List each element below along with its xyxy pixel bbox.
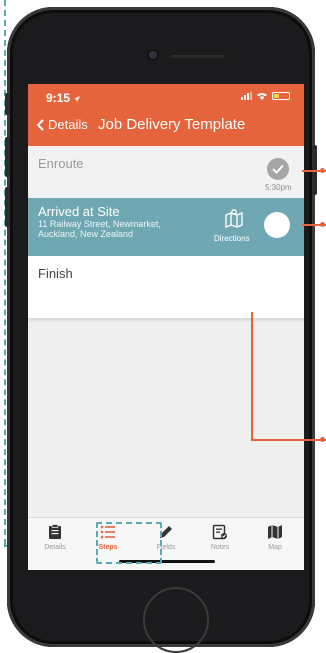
app-screen: 9:15 Details Job Delivery Template Enrou… (28, 84, 304, 570)
status-time: 9:15 (46, 91, 81, 105)
speaker-grille (171, 55, 225, 58)
volume-up-button (5, 137, 10, 177)
battery-icon (272, 92, 290, 100)
nav-header: 9:15 Details Job Delivery Template (28, 84, 304, 146)
tab-label: Details (44, 544, 66, 551)
completed-check-icon (267, 158, 289, 180)
clipboard-icon (49, 524, 61, 539)
map-icon (268, 525, 282, 539)
directions-label[interactable]: Directions (214, 234, 250, 243)
callout-dot (320, 222, 325, 227)
map-directions-icon[interactable] (224, 208, 244, 228)
step-title: Enroute (38, 156, 84, 171)
step-row-enroute[interactable]: Enroute 5:30pm (28, 146, 304, 198)
step-address: 11 Railway Street, Newmarket, Auckland, … (38, 219, 161, 239)
step-row-finish[interactable]: Finish (28, 256, 304, 318)
callout-line-finish-horizontal (251, 439, 326, 441)
signal-icon (241, 92, 252, 100)
back-button[interactable]: Details (36, 117, 88, 132)
guide-dashed-vertical (4, 0, 6, 545)
front-camera (149, 51, 157, 59)
tab-label: Map (268, 544, 282, 551)
chevron-left-icon (36, 118, 44, 131)
tab-map[interactable]: Map (250, 524, 300, 551)
highlight-box-steps-tab (96, 522, 162, 564)
volume-down-button (5, 187, 10, 227)
tab-bar: Details Steps Fields Notes Map (28, 517, 304, 570)
tab-notes[interactable]: Notes (195, 524, 245, 551)
step-time: 5:30pm (265, 183, 292, 192)
step-complete-toggle[interactable] (264, 212, 290, 238)
tab-details[interactable]: Details (30, 524, 80, 551)
step-title: Arrived at Site (38, 204, 120, 219)
status-icons (241, 92, 290, 100)
step-title: Finish (38, 266, 73, 281)
back-label: Details (48, 117, 88, 132)
mute-switch (5, 93, 10, 115)
callout-dot (320, 168, 325, 173)
home-button[interactable] (143, 587, 209, 653)
tab-label: Notes (210, 544, 230, 551)
location-arrow-icon (74, 95, 81, 102)
page-title: Job Delivery Template (98, 116, 246, 133)
callout-line-finish-vertical (251, 312, 253, 440)
notes-icon (212, 524, 227, 540)
step-row-arrived[interactable]: Arrived at Site 11 Railway Street, Newma… (28, 198, 304, 256)
wifi-icon (257, 93, 267, 100)
callout-dot (320, 437, 325, 442)
